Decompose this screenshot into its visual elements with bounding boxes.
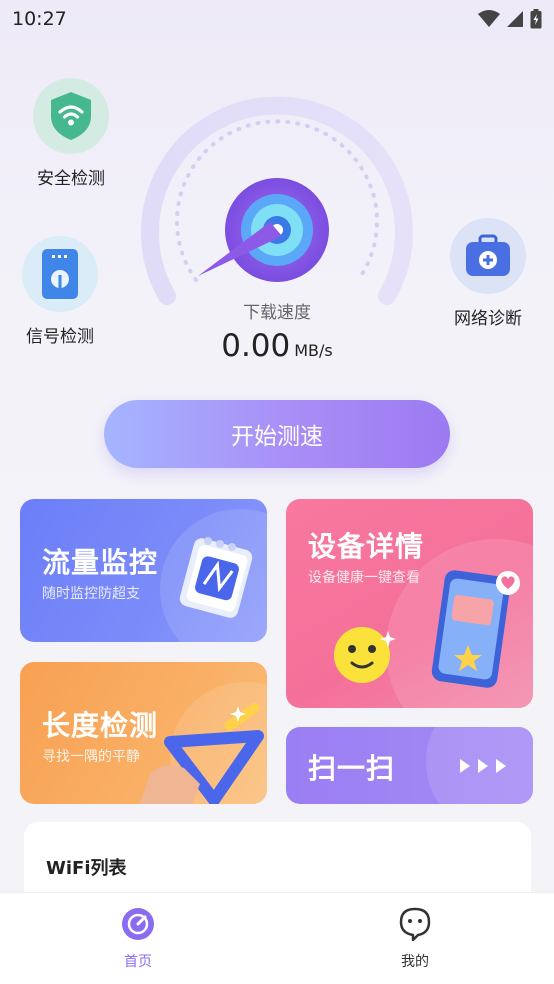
length-check-subtitle: 寻找一隅的平静: [42, 749, 140, 765]
nav-home-label: 首页: [124, 954, 152, 970]
scan-title: 扫一扫: [308, 752, 396, 785]
nav-mine-label: 我的: [401, 954, 429, 970]
download-speed-readout: 0.00 MB/s: [0, 328, 554, 364]
download-speed-value: 0.00: [221, 328, 291, 364]
download-speed-label: 下载速度: [243, 303, 311, 323]
cell-signal-icon: [507, 11, 523, 27]
signal-tower-icon: [42, 249, 78, 299]
bottom-nav: 首页 我的: [0, 892, 554, 984]
device-details-card[interactable]: 设备详情 设备健康一键查看: [286, 499, 533, 708]
nav-mine[interactable]: 我的: [375, 907, 455, 971]
security-check-button[interactable]: 安全检测: [32, 78, 110, 189]
notebook-chart-icon: [179, 537, 253, 618]
traffic-monitor-subtitle: 随时监控防超支: [42, 586, 140, 602]
scan-card[interactable]: 扫一扫: [286, 727, 533, 804]
network-diagnosis-circle: [450, 218, 526, 294]
phone-smiley-icon: [334, 570, 520, 688]
medical-kit-icon: [466, 234, 510, 276]
ruler-triangle-icon: [140, 703, 264, 804]
battery-icon: [530, 9, 542, 29]
security-check-circle: [33, 78, 109, 154]
speedometer-icon: [122, 908, 154, 940]
length-check-card[interactable]: 长度检测 寻找一隅的平静: [20, 662, 267, 804]
status-icons: [478, 9, 542, 29]
download-speed-unit: MB/s: [294, 341, 333, 360]
user-face-icon: [399, 907, 431, 942]
wifi-signal-icon: [478, 10, 500, 27]
start-speed-test-button[interactable]: 开始测速: [104, 400, 450, 468]
speed-gauge: [130, 90, 424, 310]
shield-wifi-icon: [51, 92, 91, 140]
wifi-list-title: WiFi列表: [46, 858, 127, 879]
traffic-monitor-card[interactable]: 流量监控 随时监控防超支: [20, 499, 267, 642]
status-time: 10:27: [12, 8, 67, 30]
nav-home[interactable]: 首页: [98, 907, 178, 971]
traffic-monitor-title: 流量监控: [42, 546, 159, 579]
device-details-title: 设备详情: [308, 530, 425, 563]
speed-gauge-dial: [141, 96, 413, 305]
triple-arrow-icon: [460, 759, 506, 773]
security-check-label: 安全检测: [37, 169, 105, 189]
status-bar: 10:27: [0, 0, 554, 38]
